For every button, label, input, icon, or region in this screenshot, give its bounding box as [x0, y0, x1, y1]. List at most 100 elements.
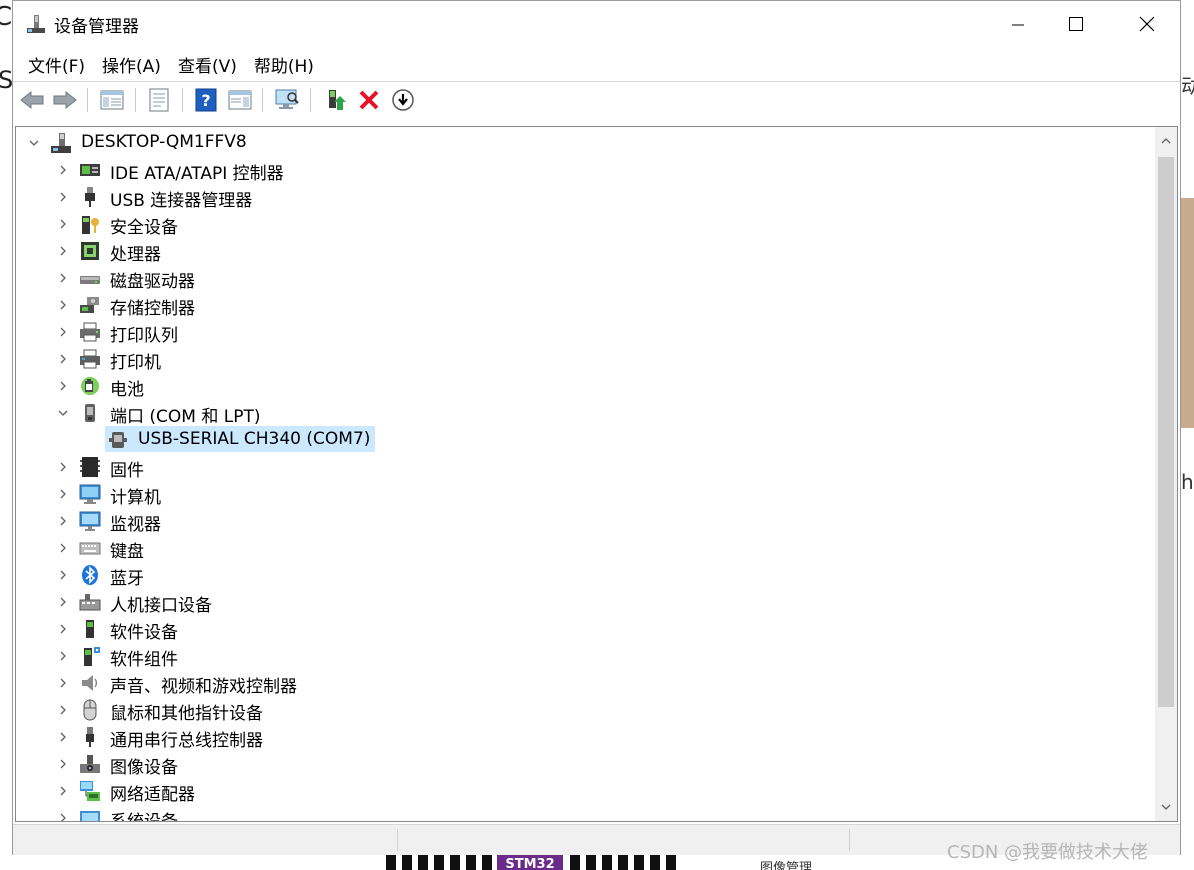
- expander[interactable]: [56, 243, 70, 257]
- back-button[interactable]: [18, 86, 46, 114]
- sound-icon: [82, 675, 98, 691]
- tree-category[interactable]: 处理器: [16, 237, 1116, 265]
- expander[interactable]: [56, 378, 70, 392]
- tree-category[interactable]: 网络适配器: [16, 777, 1116, 805]
- expander[interactable]: [56, 540, 70, 554]
- system-device-icon: [80, 811, 100, 821]
- toolbar-divider: [135, 88, 136, 112]
- menu-help[interactable]: 帮助(H): [254, 49, 314, 79]
- tree-category[interactable]: 磁盘驱动器: [16, 264, 1116, 292]
- expander[interactable]: [56, 351, 70, 365]
- expander[interactable]: [56, 486, 70, 500]
- action-pane-icon: [228, 90, 252, 110]
- expander[interactable]: [56, 810, 70, 821]
- tree-category[interactable]: 图像设备: [16, 750, 1116, 778]
- tree-category[interactable]: 软件组件: [16, 642, 1116, 670]
- menu-divider: [13, 81, 1180, 82]
- expander[interactable]: [56, 216, 70, 230]
- expander[interactable]: [56, 567, 70, 581]
- vertical-scrollbar[interactable]: [1155, 127, 1177, 821]
- tree-category[interactable]: 键盘: [16, 534, 1116, 562]
- expander[interactable]: [56, 405, 70, 419]
- maximize-button[interactable]: [1041, 1, 1111, 47]
- title-bar[interactable]: 设备管理器: [13, 1, 1180, 47]
- tree-category[interactable]: 电池: [16, 372, 1116, 400]
- expander[interactable]: [56, 459, 70, 473]
- menu-action[interactable]: 操作(A): [102, 49, 161, 79]
- properties-button[interactable]: [145, 86, 173, 114]
- tree-category[interactable]: USB 连接器管理器: [16, 183, 1116, 211]
- expander[interactable]: [56, 648, 70, 662]
- hid-icon: [79, 594, 101, 611]
- monitor-icon: [79, 511, 101, 531]
- tree-category[interactable]: 鼠标和其他指针设备: [16, 696, 1116, 724]
- tree-item-label: 键盘: [110, 542, 144, 562]
- tree-category[interactable]: 打印队列: [16, 318, 1116, 346]
- device-tree-pane: DESKTOP-QM1FFV8 IDE ATA/ATAPI 控制器 USB 连接器管…: [15, 126, 1178, 822]
- forward-button[interactable]: [51, 86, 79, 114]
- tree-category[interactable]: 人机接口设备: [16, 588, 1116, 616]
- expander[interactable]: [56, 513, 70, 527]
- expander[interactable]: [56, 189, 70, 203]
- print-queue-icon: [80, 322, 100, 342]
- show-hide-console-tree-button[interactable]: [98, 86, 126, 114]
- tree-category[interactable]: 存储控制器: [16, 291, 1116, 319]
- chevron-right-icon: [60, 543, 66, 553]
- menu-bar: 文件(F) 操作(A) 查看(V) 帮助(H): [13, 49, 316, 79]
- scrollbar-thumb[interactable]: [1158, 157, 1174, 707]
- update-driver-button[interactable]: [321, 86, 349, 114]
- tree-category[interactable]: IDE ATA/ATAPI 控制器: [16, 156, 1116, 184]
- tree-item-label: 系统设备: [110, 807, 178, 821]
- menu-file[interactable]: 文件(F): [28, 49, 85, 79]
- action-pane-button[interactable]: [226, 86, 254, 114]
- expander[interactable]: [56, 594, 70, 608]
- tree-root[interactable]: DESKTOP-QM1FFV8: [16, 129, 1116, 156]
- chevron-right-icon: [60, 327, 66, 337]
- tree-item-icon: [79, 294, 101, 316]
- firmware-icon: [80, 457, 100, 477]
- expander[interactable]: [27, 135, 41, 149]
- computer-root-icon: [51, 133, 71, 153]
- tree-category[interactable]: 打印机: [16, 345, 1116, 373]
- scan-hardware-button[interactable]: [273, 86, 301, 114]
- expander[interactable]: [56, 270, 70, 284]
- chevron-right-icon: [60, 732, 66, 742]
- tree-category[interactable]: 端口 (COM 和 LPT): [16, 399, 1116, 427]
- tree-category[interactable]: 软件设备: [16, 615, 1116, 643]
- expander[interactable]: [56, 702, 70, 716]
- uninstall-device-button[interactable]: [355, 86, 383, 114]
- security-device-icon: [82, 216, 99, 234]
- tree-category[interactable]: 蓝牙: [16, 561, 1116, 589]
- disable-device-button[interactable]: [389, 86, 417, 114]
- tree-item-label: 声音、视频和游戏控制器: [110, 677, 297, 697]
- chevron-right-icon: [60, 489, 66, 499]
- tree-item-label: 网络适配器: [110, 785, 195, 805]
- expander[interactable]: [56, 162, 70, 176]
- tree-category[interactable]: 监视器: [16, 507, 1116, 535]
- expander[interactable]: [56, 675, 70, 689]
- chevron-right-icon: [60, 570, 66, 580]
- tree-category[interactable]: 系统设备: [16, 804, 1116, 821]
- tree-item-icon: [79, 726, 101, 748]
- tree-category[interactable]: 计算机: [16, 480, 1116, 508]
- tree-item-icon: [79, 321, 101, 343]
- tree-category[interactable]: 安全设备: [16, 210, 1116, 238]
- expander[interactable]: [56, 324, 70, 338]
- expander[interactable]: [56, 783, 70, 797]
- tree-category[interactable]: 通用串行总线控制器: [16, 723, 1116, 751]
- help-button[interactable]: ?: [192, 86, 220, 114]
- close-button[interactable]: [1112, 1, 1182, 47]
- expander[interactable]: [56, 621, 70, 635]
- maximize-icon: [1069, 17, 1083, 31]
- menu-view[interactable]: 查看(V): [178, 49, 237, 79]
- scroll-down-button[interactable]: [1155, 793, 1177, 821]
- tree-category[interactable]: 固件: [16, 453, 1116, 481]
- expander[interactable]: [56, 729, 70, 743]
- expander[interactable]: [56, 297, 70, 311]
- tree-device[interactable]: USB-SERIAL CH340 (COM7): [16, 426, 1116, 453]
- scroll-up-button[interactable]: [1155, 127, 1177, 155]
- tree-category[interactable]: 声音、视频和游戏控制器: [16, 669, 1116, 697]
- chevron-down-icon: [29, 140, 39, 146]
- expander[interactable]: [56, 756, 70, 770]
- chevron-right-icon: [60, 786, 66, 796]
